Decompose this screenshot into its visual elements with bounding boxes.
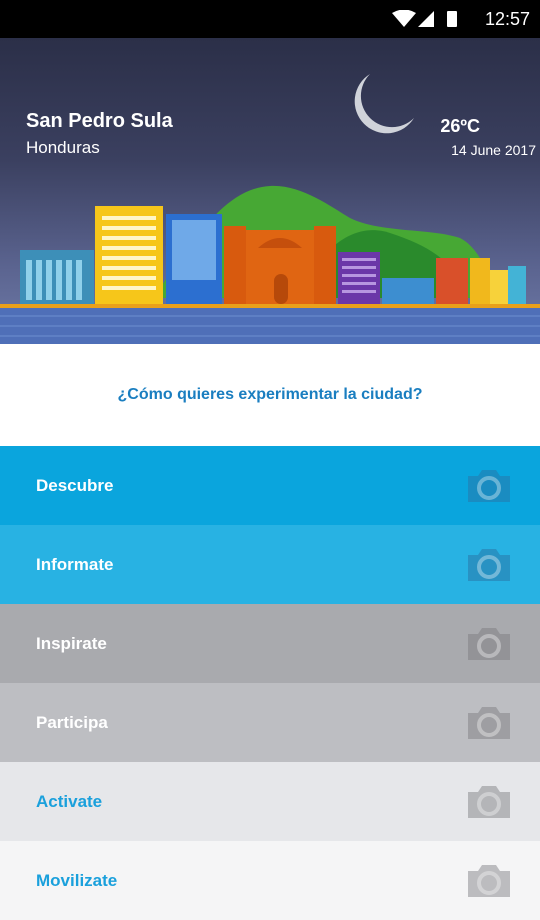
menu-item-inspirate[interactable]: Inspirate xyxy=(0,604,540,683)
question-text: ¿Cómo quieres experimentar la ciudad? xyxy=(117,386,423,403)
menu-item-label: Inspirate xyxy=(36,633,107,653)
building-gold xyxy=(470,258,490,306)
camera-icon xyxy=(468,548,510,581)
camera-icon xyxy=(468,706,510,739)
current-date: 14 June 2017 xyxy=(451,142,536,158)
menu-item-label: Descubre xyxy=(36,475,114,495)
moon-icon xyxy=(354,74,414,134)
ground-strip xyxy=(0,304,540,308)
signal-icon xyxy=(418,11,434,27)
menu-item-descubre[interactable]: Descubre xyxy=(0,446,540,525)
city-banner: San Pedro Sula Honduras 26ºC 14 June 201… xyxy=(0,38,540,344)
clock: 12:57 xyxy=(484,9,530,29)
status-bar: 12:57 xyxy=(0,0,540,38)
camera-icon xyxy=(468,864,510,897)
building-cyan xyxy=(508,266,526,306)
building-yellow-small xyxy=(490,270,508,306)
camera-icon xyxy=(468,627,510,660)
question-banner: ¿Cómo quieres experimentar la ciudad? xyxy=(0,344,540,446)
menu-item-movilizate[interactable]: Movilizate xyxy=(0,841,540,920)
status-icons xyxy=(392,10,457,27)
menu-item-label: Activate xyxy=(36,791,103,811)
city-skyline-illustration xyxy=(0,74,540,344)
experience-menu: Descubre Informate Inspirate Participa A… xyxy=(0,446,540,920)
camera-icon xyxy=(468,785,510,818)
menu-item-label: Movilizate xyxy=(36,870,118,890)
menu-item-label: Participa xyxy=(36,712,108,732)
temperature: 26ºC xyxy=(440,116,480,136)
wifi-icon xyxy=(392,10,416,27)
city-name: San Pedro Sula xyxy=(26,110,173,132)
country-name: Honduras xyxy=(26,138,100,157)
menu-item-activate[interactable]: Activate xyxy=(0,762,540,841)
building-red xyxy=(436,258,468,306)
menu-item-label: Informate xyxy=(36,554,114,574)
menu-item-informate[interactable]: Informate xyxy=(0,525,540,604)
camera-icon xyxy=(468,469,510,502)
building-lightblue xyxy=(382,278,434,306)
battery-icon xyxy=(447,11,457,27)
menu-item-participa[interactable]: Participa xyxy=(0,683,540,762)
